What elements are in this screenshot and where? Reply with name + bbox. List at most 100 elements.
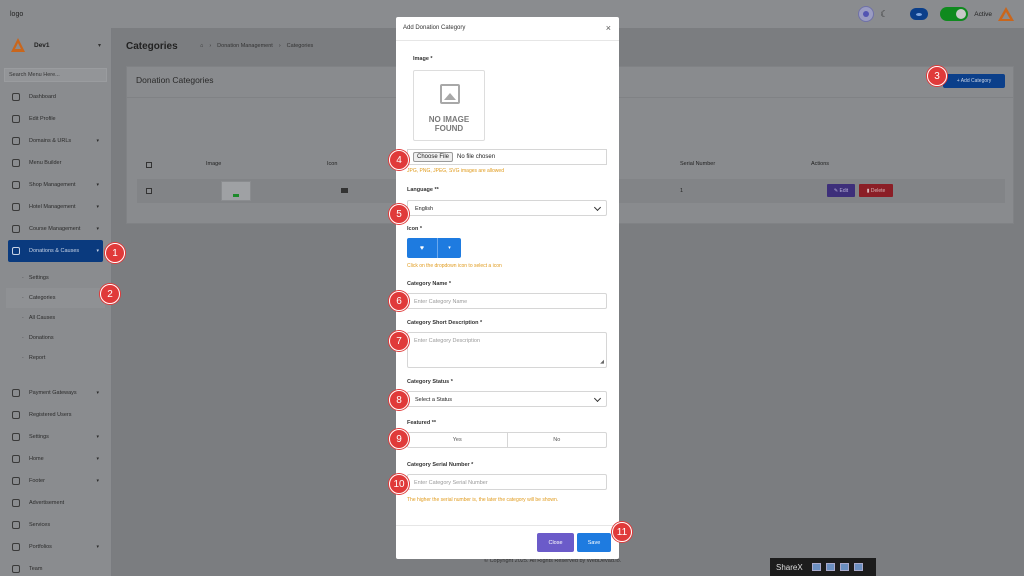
choose-file-button[interactable]: Choose File [413,152,454,162]
heart-icon[interactable]: ♥ [407,238,437,258]
modal-title: Add Donation Category [403,25,466,31]
icon-label: Icon * [407,226,422,232]
sidebar-item-edit-profile[interactable]: Edit Profile [0,108,111,130]
ad-icon [12,499,20,507]
sidebar-item-advertisement[interactable]: Advertisement [0,492,111,514]
sub-item-settings[interactable]: Settings [0,268,111,288]
footer-icon [12,477,20,485]
sidebar-item-users[interactable]: Registered Users [0,404,111,426]
book-icon [12,225,20,233]
chevron-down-icon: ▾ [96,478,99,484]
step-marker: 3 [927,66,947,86]
chevron-down-icon [593,394,602,403]
logo: logo [10,10,24,18]
edit-button[interactable]: ✎ Edit [827,184,855,197]
sidebar-item-portfolios[interactable]: Portfolios ▾ [0,536,111,558]
sidebar: Dev1 ▾ Search Menu Here... Dashboard Edi… [0,28,112,576]
close-icon[interactable]: × [606,23,611,33]
file-status: No file chosen [457,154,496,160]
topbar-controls: ☾ Active [858,6,1014,22]
file-input[interactable]: Choose File No file chosen [407,149,607,165]
status-toggle[interactable] [940,7,969,21]
sidebar-item-home[interactable]: Home ▾ [0,448,111,470]
chevron-down-icon: ▾ [96,456,99,462]
add-category-button[interactable]: + Add Category [943,74,1005,88]
chevron-down-icon: ▾ [96,248,99,254]
file-hint: JPG, PNG, JPEG, SVG images are allowed [407,168,504,174]
featured-yes-option[interactable]: Yes [408,433,508,447]
status-select[interactable]: Select a Status [407,391,607,407]
step-marker: 2 [100,284,120,304]
home-icon [12,455,20,463]
step-marker: 11 [612,522,632,542]
category-name-input[interactable]: Enter Category Name [407,293,607,309]
sidebar-item-course[interactable]: Course Management ▾ [0,218,111,240]
sidebar-item-shop[interactable]: Shop Management ▾ [0,174,111,196]
chevron-down-icon: ▾ [96,226,99,232]
column-header: Icon [327,161,338,167]
home-icon[interactable]: ⌂ [200,43,203,49]
resize-handle-icon[interactable]: ◢ [600,359,604,365]
language-select[interactable]: English [407,200,607,216]
sub-item-report[interactable]: Report [0,348,111,368]
delete-button[interactable]: ▮ Delete [859,184,893,197]
sidebar-item-domains[interactable]: Domains & URLs ▾ [0,130,111,152]
sidebar-item-hotel[interactable]: Hotel Management ▾ [0,196,111,218]
chevron-down-icon: ▾ [96,204,99,210]
region-icon[interactable] [825,563,835,571]
sidebar-item-dashboard[interactable]: Dashboard [0,86,111,108]
chevron-down-icon: ▾ [96,138,99,144]
sub-item-donations[interactable]: Donations [0,328,111,348]
tray-icon[interactable] [853,563,863,571]
sub-item-all-causes[interactable]: All Causes [0,308,111,328]
gear-icon [12,433,20,441]
step-marker: 10 [389,474,409,494]
description-textarea[interactable]: Enter Category Description ◢ [407,332,607,368]
sidebar-item-services[interactable]: Services [0,514,111,536]
serial-cell: 1 [680,188,684,194]
brand-logo-icon [998,7,1014,21]
image-placeholder-icon [440,84,460,104]
step-marker: 9 [389,429,409,449]
chevron-down-icon [593,203,602,212]
save-button[interactable]: Save [577,533,611,552]
sidebar-item-footer[interactable]: Footer ▾ [0,470,111,492]
language-label: Language ** [407,187,439,193]
sidebar-item-payment[interactable]: Payment Gateways ▾ [0,382,111,404]
link-icon [12,137,20,145]
featured-no-option[interactable]: No [508,433,607,447]
payment-icon [12,389,20,397]
add-category-modal: Add Donation Category × Image * NO IMAGE… [396,17,619,559]
status-label: Active [974,10,992,18]
search-input[interactable]: Search Menu Here... [4,68,107,82]
sub-item-categories[interactable]: Categories [6,288,105,308]
serial-number-input[interactable]: Enter Category Serial Number [407,474,607,490]
row-checkbox[interactable] [146,188,152,194]
column-header: Serial Number [680,161,716,167]
moon-icon[interactable]: ☾ [880,9,890,19]
description-label: Category Short Description * [407,320,483,326]
capture-icon[interactable] [811,563,821,571]
icon-dropdown-button[interactable]: ▾ [437,238,461,258]
category-icon [341,188,348,193]
sidebar-item-menu-builder[interactable]: Menu Builder [0,152,111,174]
breadcrumb-item[interactable]: Donation Management [217,43,273,49]
user-menu[interactable]: Dev1 ▾ [0,28,111,62]
chevron-down-icon: ▾ [97,42,101,49]
close-button[interactable]: Close [537,533,574,552]
select-all-checkbox[interactable] [146,162,152,168]
donation-icon [12,247,20,255]
upload-icon[interactable] [839,563,849,571]
light-mode-icon[interactable] [858,6,875,22]
view-site-button[interactable] [910,8,929,20]
portfolio-icon [12,543,20,551]
hotel-icon [12,203,20,211]
status-label: Category Status * [407,379,453,385]
chevron-down-icon: ▾ [96,390,99,396]
users-icon [12,411,20,419]
team-icon [12,565,20,573]
step-marker: 5 [389,204,409,224]
sidebar-item-settings[interactable]: Settings ▾ [0,426,111,448]
sidebar-item-donations[interactable]: Donations & Causes ▾ [8,240,103,262]
sidebar-item-team[interactable]: Team [0,558,111,576]
